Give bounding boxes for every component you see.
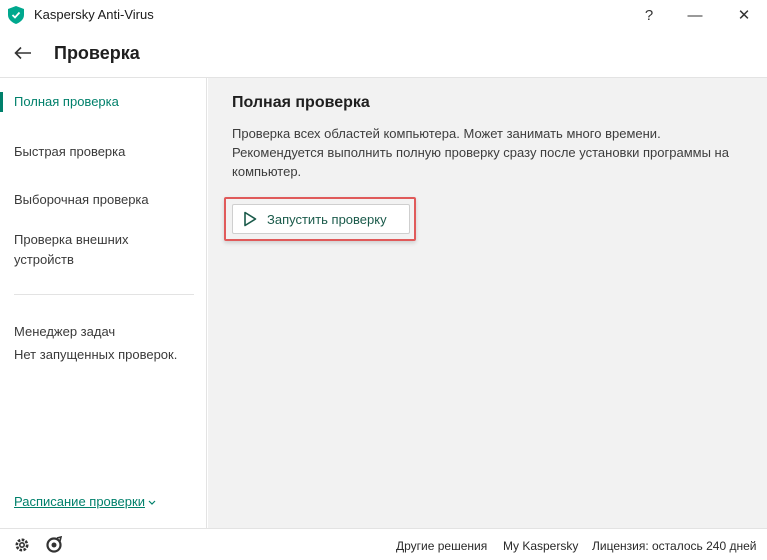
back-arrow-icon[interactable] <box>12 42 34 64</box>
title-bar: Kaspersky Anti-Virus ? — ✕ <box>0 0 767 30</box>
my-kaspersky-link[interactable]: My Kaspersky <box>503 539 578 553</box>
content-description: Проверка всех областей компьютера. Может… <box>232 126 729 179</box>
schedule-link[interactable]: Расписание проверки <box>14 494 156 509</box>
footer: Другие решения My Kaspersky Лицензия: ос… <box>0 528 767 560</box>
run-scan-label: Запустить проверку <box>267 211 387 227</box>
gear-icon[interactable] <box>13 536 31 554</box>
sidebar-divider <box>14 294 194 295</box>
kaspersky-shield-icon <box>8 6 24 24</box>
play-icon <box>244 211 257 227</box>
main-content: Полная проверка Проверка всех областей к… <box>208 78 767 528</box>
run-scan-button[interactable]: Запустить проверку <box>232 204 410 234</box>
close-button[interactable]: ✕ <box>721 0 767 30</box>
task-manager-status: Нет запущенных проверок. <box>14 347 178 362</box>
content-heading: Полная проверка <box>232 94 370 111</box>
minimize-button[interactable]: — <box>672 0 718 30</box>
support-icon[interactable] <box>45 536 63 554</box>
other-solutions-link[interactable]: Другие решения <box>396 539 487 553</box>
chevron-down-icon <box>148 500 156 505</box>
help-button[interactable]: ? <box>626 0 672 30</box>
task-manager-link[interactable]: Менеджер задач <box>0 322 206 342</box>
sidebar-item-external-devices-scan[interactable]: Проверка внешних устройств <box>0 230 160 270</box>
license-link[interactable]: Лицензия: осталось 240 дней <box>592 539 756 553</box>
sidebar-item-custom-scan[interactable]: Выборочная проверка <box>0 190 206 210</box>
sidebar-item-full-scan[interactable]: Полная проверка <box>0 92 206 112</box>
page-title: Проверка <box>54 43 140 63</box>
sidebar-item-quick-scan[interactable]: Быстрая проверка <box>0 142 206 162</box>
schedule-link-label: Расписание проверки <box>14 494 145 509</box>
page-header: Проверка <box>0 30 767 78</box>
app-title: Kaspersky Anti-Virus <box>34 7 154 22</box>
sidebar: Полная проверка Быстрая проверка Выбороч… <box>0 78 207 528</box>
